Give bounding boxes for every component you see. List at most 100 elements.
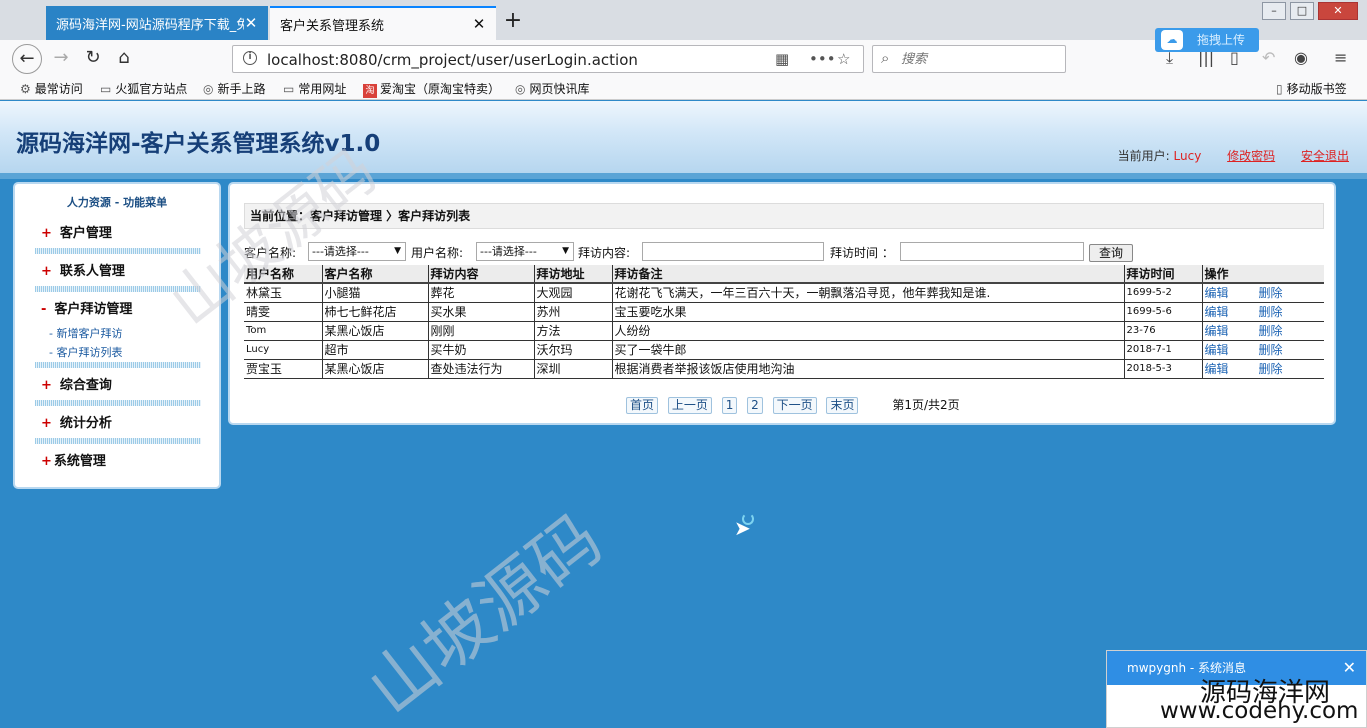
delete-link[interactable]: 删除 — [1259, 286, 1283, 300]
cell-user: 晴雯 — [244, 302, 323, 322]
forward-icon[interactable]: → — [46, 44, 76, 74]
sidebar-item-contacts[interactable]: + 联系人管理 — [41, 260, 125, 279]
table-row: 林黛玉 小腿猫 葬花 大观园 花谢花飞飞满天，一年三百六十天，一朝飘落沿寻觅，他… — [244, 283, 1324, 303]
column-header: 拜访内容 — [428, 265, 535, 284]
bookmark-star-icon[interactable]: ☆ — [837, 50, 850, 68]
current-user-label: 当前用户: — [1117, 149, 1170, 163]
page-1-button[interactable]: 1 — [721, 397, 738, 414]
edit-link[interactable]: 编辑 — [1205, 324, 1229, 338]
new-tab-icon[interactable]: + — [500, 8, 526, 36]
close-icon[interactable]: ✕ — [1343, 651, 1356, 685]
edit-link[interactable]: 编辑 — [1205, 286, 1229, 300]
sidebar-item-visits[interactable]: - 客户拜访管理 — [41, 298, 132, 317]
brand-url: www.codehy.com — [1160, 698, 1359, 724]
tab-close-icon[interactable]: ✕ — [472, 15, 486, 33]
qr-code-icon[interactable]: ▦ — [775, 50, 789, 68]
query-button[interactable]: 查询 — [1089, 244, 1133, 262]
delete-link[interactable]: 删除 — [1259, 362, 1283, 376]
sidebar-item-system[interactable]: + 系统管理 — [41, 450, 106, 469]
column-header: 用户名称 — [244, 265, 323, 284]
prev-page-button[interactable]: 上一页 — [667, 397, 712, 414]
logout-link[interactable]: 安全退出 — [1301, 149, 1349, 163]
submenu-visit-list[interactable]: - 客户拜访列表 — [49, 344, 122, 360]
delete-link[interactable]: 删除 — [1259, 305, 1283, 319]
column-header: 客户名称 — [322, 265, 429, 284]
browser-tab-2[interactable]: 客户关系管理系统 ✕ — [270, 6, 496, 40]
cell-content: 刚刚 — [428, 321, 535, 341]
url-bar[interactable]: i localhost:8080/crm_project/user/userLo… — [232, 45, 864, 73]
site-info-icon[interactable]: i — [243, 51, 257, 65]
user-filter-label: 用户名称: — [411, 246, 464, 260]
sidebar: 人力资源 - 功能菜单 + 客户管理 + 联系人管理 - 客户拜访管理 - 新增客户拜… — [13, 182, 221, 489]
table-row: 贾宝玉 某黑心饭店 查处违法行为 深圳 根据消费者举报该饭店使用地沟油 2018… — [244, 359, 1324, 379]
menu-icon[interactable]: ≡ — [1334, 48, 1347, 67]
gear-icon: ⚙ — [20, 82, 31, 96]
content-filter-label: 拜访内容: — [578, 246, 631, 260]
user-select[interactable]: ---请选择--- ▼ — [476, 242, 574, 261]
more-actions-icon[interactable]: ••• — [809, 50, 836, 68]
bookmark-most-visited[interactable]: ⚙ 最常访问 — [20, 80, 83, 97]
bookmark-getting-started[interactable]: ◎ 新手上路 — [203, 80, 266, 97]
bookmark-mobile[interactable]: ▯ 移动版书签 — [1276, 80, 1347, 97]
content-input[interactable] — [642, 242, 824, 261]
browser-tab-1[interactable]: 源码海洋网-网站源码程序下载_免费 ✕ — [46, 6, 268, 40]
cell-content: 葬花 — [428, 283, 535, 303]
menu-separator — [35, 400, 201, 406]
first-page-button[interactable]: 首页 — [626, 397, 659, 414]
time-input[interactable] — [900, 242, 1084, 261]
table-row: 晴雯 柿七七鲜花店 买水果 苏州 宝玉要吃水果 1699-5-6 编辑 删除 — [244, 302, 1324, 322]
last-page-button[interactable]: 末页 — [826, 397, 859, 414]
url-text[interactable]: localhost:8080/crm_project/user/userLogi… — [267, 51, 638, 69]
taobao-icon: 淘 — [363, 84, 377, 98]
cell-note: 人纷纷 — [612, 321, 1125, 341]
home-icon[interactable]: ⌂ — [109, 44, 139, 74]
expand-icon: + — [41, 454, 52, 469]
cell-user: 林黛玉 — [244, 283, 323, 303]
sidebar-item-statistics[interactable]: + 统计分析 — [41, 412, 112, 431]
undo-icon[interactable]: ↶ — [1262, 48, 1275, 67]
bookmark-firefox-site[interactable]: ▭ 火狐官方站点 — [100, 80, 187, 97]
page-body: 源码海洋网-客户关系管理系统v1.0 当前用户: Lucy 修改密码 安全退出 … — [0, 101, 1367, 728]
submenu-add-visit[interactable]: - 新增客户拜访 — [49, 325, 122, 341]
cell-ops: 编辑 删除 — [1202, 302, 1324, 322]
column-header: 拜访时间 — [1124, 265, 1203, 284]
next-page-button[interactable]: 下一页 — [772, 397, 817, 414]
reload-icon[interactable]: ↻ — [78, 44, 108, 74]
minimize-icon[interactable]: – — [1262, 2, 1286, 20]
delete-link[interactable]: 删除 — [1259, 343, 1283, 357]
customer-select[interactable]: ---请选择--- ▼ — [308, 242, 406, 261]
bookmark-aitaobao[interactable]: 淘爱淘宝（原淘宝特卖） — [363, 80, 500, 98]
page-2-button[interactable]: 2 — [747, 397, 763, 414]
menu-separator — [35, 362, 201, 368]
edit-link[interactable]: 编辑 — [1205, 343, 1229, 357]
cell-time: 1699-5-2 — [1124, 283, 1203, 303]
window-close-icon[interactable]: ✕ — [1318, 2, 1358, 20]
loading-spinner-icon — [742, 513, 754, 525]
cell-customer: 某黑心饭店 — [322, 359, 429, 379]
cell-address: 沃尔玛 — [534, 340, 613, 360]
user-box: 当前用户: Lucy 修改密码 安全退出 — [1118, 147, 1349, 164]
search-input[interactable] — [901, 49, 1061, 69]
cell-customer: 超市 — [322, 340, 429, 360]
back-icon[interactable]: ← — [12, 44, 42, 74]
maximize-icon[interactable]: □ — [1290, 2, 1314, 20]
sidebar-item-query[interactable]: + 综合查询 — [41, 374, 112, 393]
search-box[interactable]: ⌕ — [872, 45, 1066, 73]
delete-link[interactable]: 删除 — [1259, 324, 1283, 338]
cell-user: 贾宝玉 — [244, 359, 323, 379]
breadcrumb: 当前位置：客户拜访管理 〉客户拜访列表 — [244, 203, 1324, 229]
bookmark-common-sites[interactable]: ▭ 常用网址 — [283, 80, 346, 97]
current-user-name: Lucy — [1173, 149, 1202, 163]
change-password-link[interactable]: 修改密码 — [1227, 149, 1275, 163]
edit-link[interactable]: 编辑 — [1205, 305, 1229, 319]
bookmark-web-slices[interactable]: ◎ 网页快讯库 — [515, 80, 590, 97]
customer-filter-label: 客户名称: — [244, 246, 297, 260]
cell-time: 1699-5-6 — [1124, 302, 1203, 322]
edit-link[interactable]: 编辑 — [1205, 362, 1229, 376]
drag-upload-button[interactable]: ☁ 拖拽上传 — [1155, 28, 1259, 52]
column-header: 拜访地址 — [534, 265, 613, 284]
account-icon[interactable]: ◉ — [1294, 48, 1308, 67]
tab-close-icon[interactable]: ✕ — [244, 14, 258, 32]
cloud-icon: ☁ — [1161, 30, 1183, 50]
sidebar-item-customer[interactable]: + 客户管理 — [41, 222, 112, 241]
